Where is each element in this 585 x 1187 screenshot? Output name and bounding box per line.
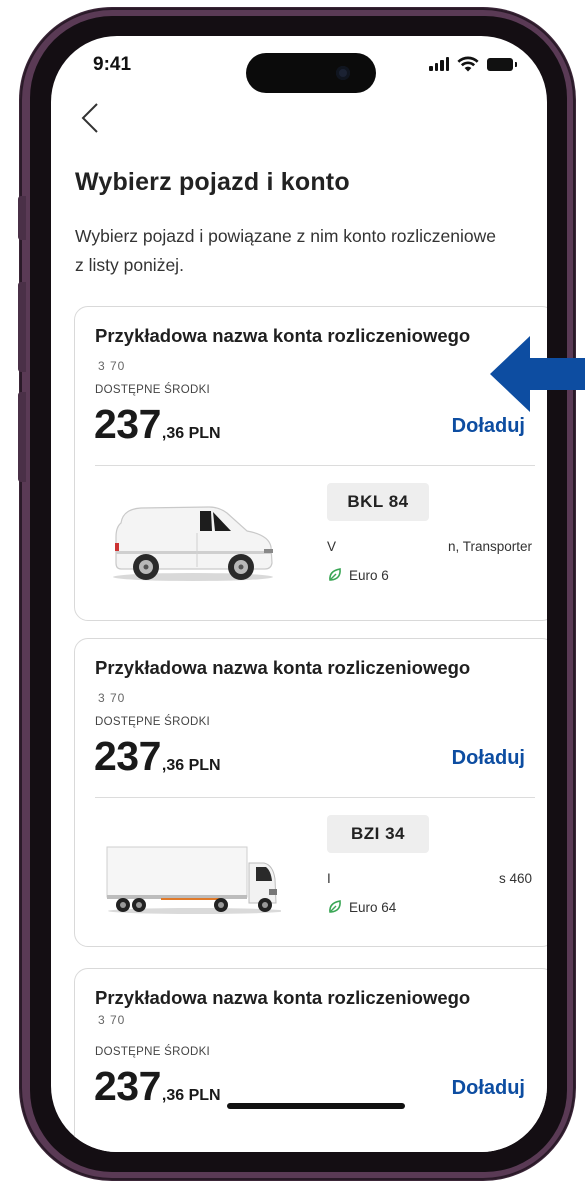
vehicle-model: I s 460 — [327, 871, 532, 886]
dynamic-island — [246, 53, 376, 93]
volume-down-button — [18, 392, 26, 482]
vehicle-model-name: n, Transporter — [447, 539, 532, 554]
balance: 237,36 PLN — [94, 1063, 221, 1110]
volume-up-button — [18, 282, 26, 372]
emission-class: Euro 64 — [327, 899, 396, 915]
account-name: Przykładowa nazwa konta rozliczeniowego — [95, 325, 471, 346]
truck-icon — [106, 846, 281, 914]
topup-button[interactable]: Doładuj — [452, 747, 525, 770]
app-screen: 9:41 Wybierz pojazd i konto Wybierz poja… — [51, 36, 547, 1152]
balance-decimal: ,36 PLN — [161, 757, 221, 774]
balance-decimal: ,36 PLN — [161, 425, 221, 442]
battery-icon — [487, 57, 517, 71]
balance-integer: 237 — [94, 733, 161, 779]
leaf-icon — [329, 568, 341, 581]
license-plate: BKL 84 — [327, 483, 429, 521]
vehicle-model-name: s 460 — [498, 871, 532, 886]
balance: 237,36 PLN — [94, 733, 221, 780]
license-plate: BZI 34 — [327, 815, 429, 853]
wifi-icon — [457, 56, 479, 72]
status-time: 9:41 — [93, 54, 132, 75]
page-title: Wybierz pojazd i konto — [75, 168, 350, 196]
account-name: Przykładowa nazwa konta rozliczeniowego — [95, 657, 471, 678]
account-card[interactable]: Przykładowa nazwa konta rozliczeniowego … — [74, 306, 547, 621]
leaf-icon — [329, 900, 341, 913]
divider — [95, 797, 535, 798]
topup-button[interactable]: Doładuj — [452, 415, 525, 438]
vehicle-model-make: I — [327, 871, 331, 886]
topup-button[interactable]: Doładuj — [452, 1077, 525, 1100]
emission-class: Euro 6 — [327, 567, 389, 583]
funds-label: DOSTĘPNE ŚRODKI — [95, 384, 211, 396]
account-number: 3 70 — [98, 691, 126, 705]
account-card[interactable]: Przykładowa nazwa konta rozliczeniowego … — [74, 968, 547, 1152]
emission-label: Euro 6 — [349, 567, 389, 583]
funds-label: DOSTĘPNE ŚRODKI — [95, 716, 211, 728]
status-icons — [429, 56, 517, 72]
signal-icon — [429, 57, 449, 71]
vehicle-model: V n, Transporter — [327, 539, 532, 554]
account-name: Przykładowa nazwa konta rozliczeniowego — [95, 987, 471, 1008]
balance-decimal: ,36 PLN — [161, 1087, 221, 1104]
account-number: 3 70 — [98, 359, 126, 373]
account-number: 3 70 — [98, 1013, 126, 1027]
account-card[interactable]: Przykładowa nazwa konta rozliczeniowego … — [74, 638, 547, 947]
balance-integer: 237 — [94, 401, 161, 447]
emission-label: Euro 64 — [349, 899, 397, 915]
back-button[interactable] — [77, 100, 107, 136]
page-subtitle: Wybierz pojazd i powiązane z nim konto r… — [75, 226, 497, 275]
divider — [95, 465, 535, 466]
balance: 237,36 PLN — [94, 401, 221, 448]
arrow-left-icon — [490, 336, 585, 412]
balance-integer: 237 — [94, 1063, 161, 1109]
van-icon — [113, 506, 273, 581]
vehicle-model-make: V — [327, 539, 337, 554]
camera-icon — [336, 66, 350, 80]
funds-label: DOSTĘPNE ŚRODKI — [95, 1046, 211, 1058]
home-indicator[interactable] — [227, 1103, 405, 1109]
chevron-left-icon — [81, 103, 98, 133]
action-button — [18, 196, 26, 240]
